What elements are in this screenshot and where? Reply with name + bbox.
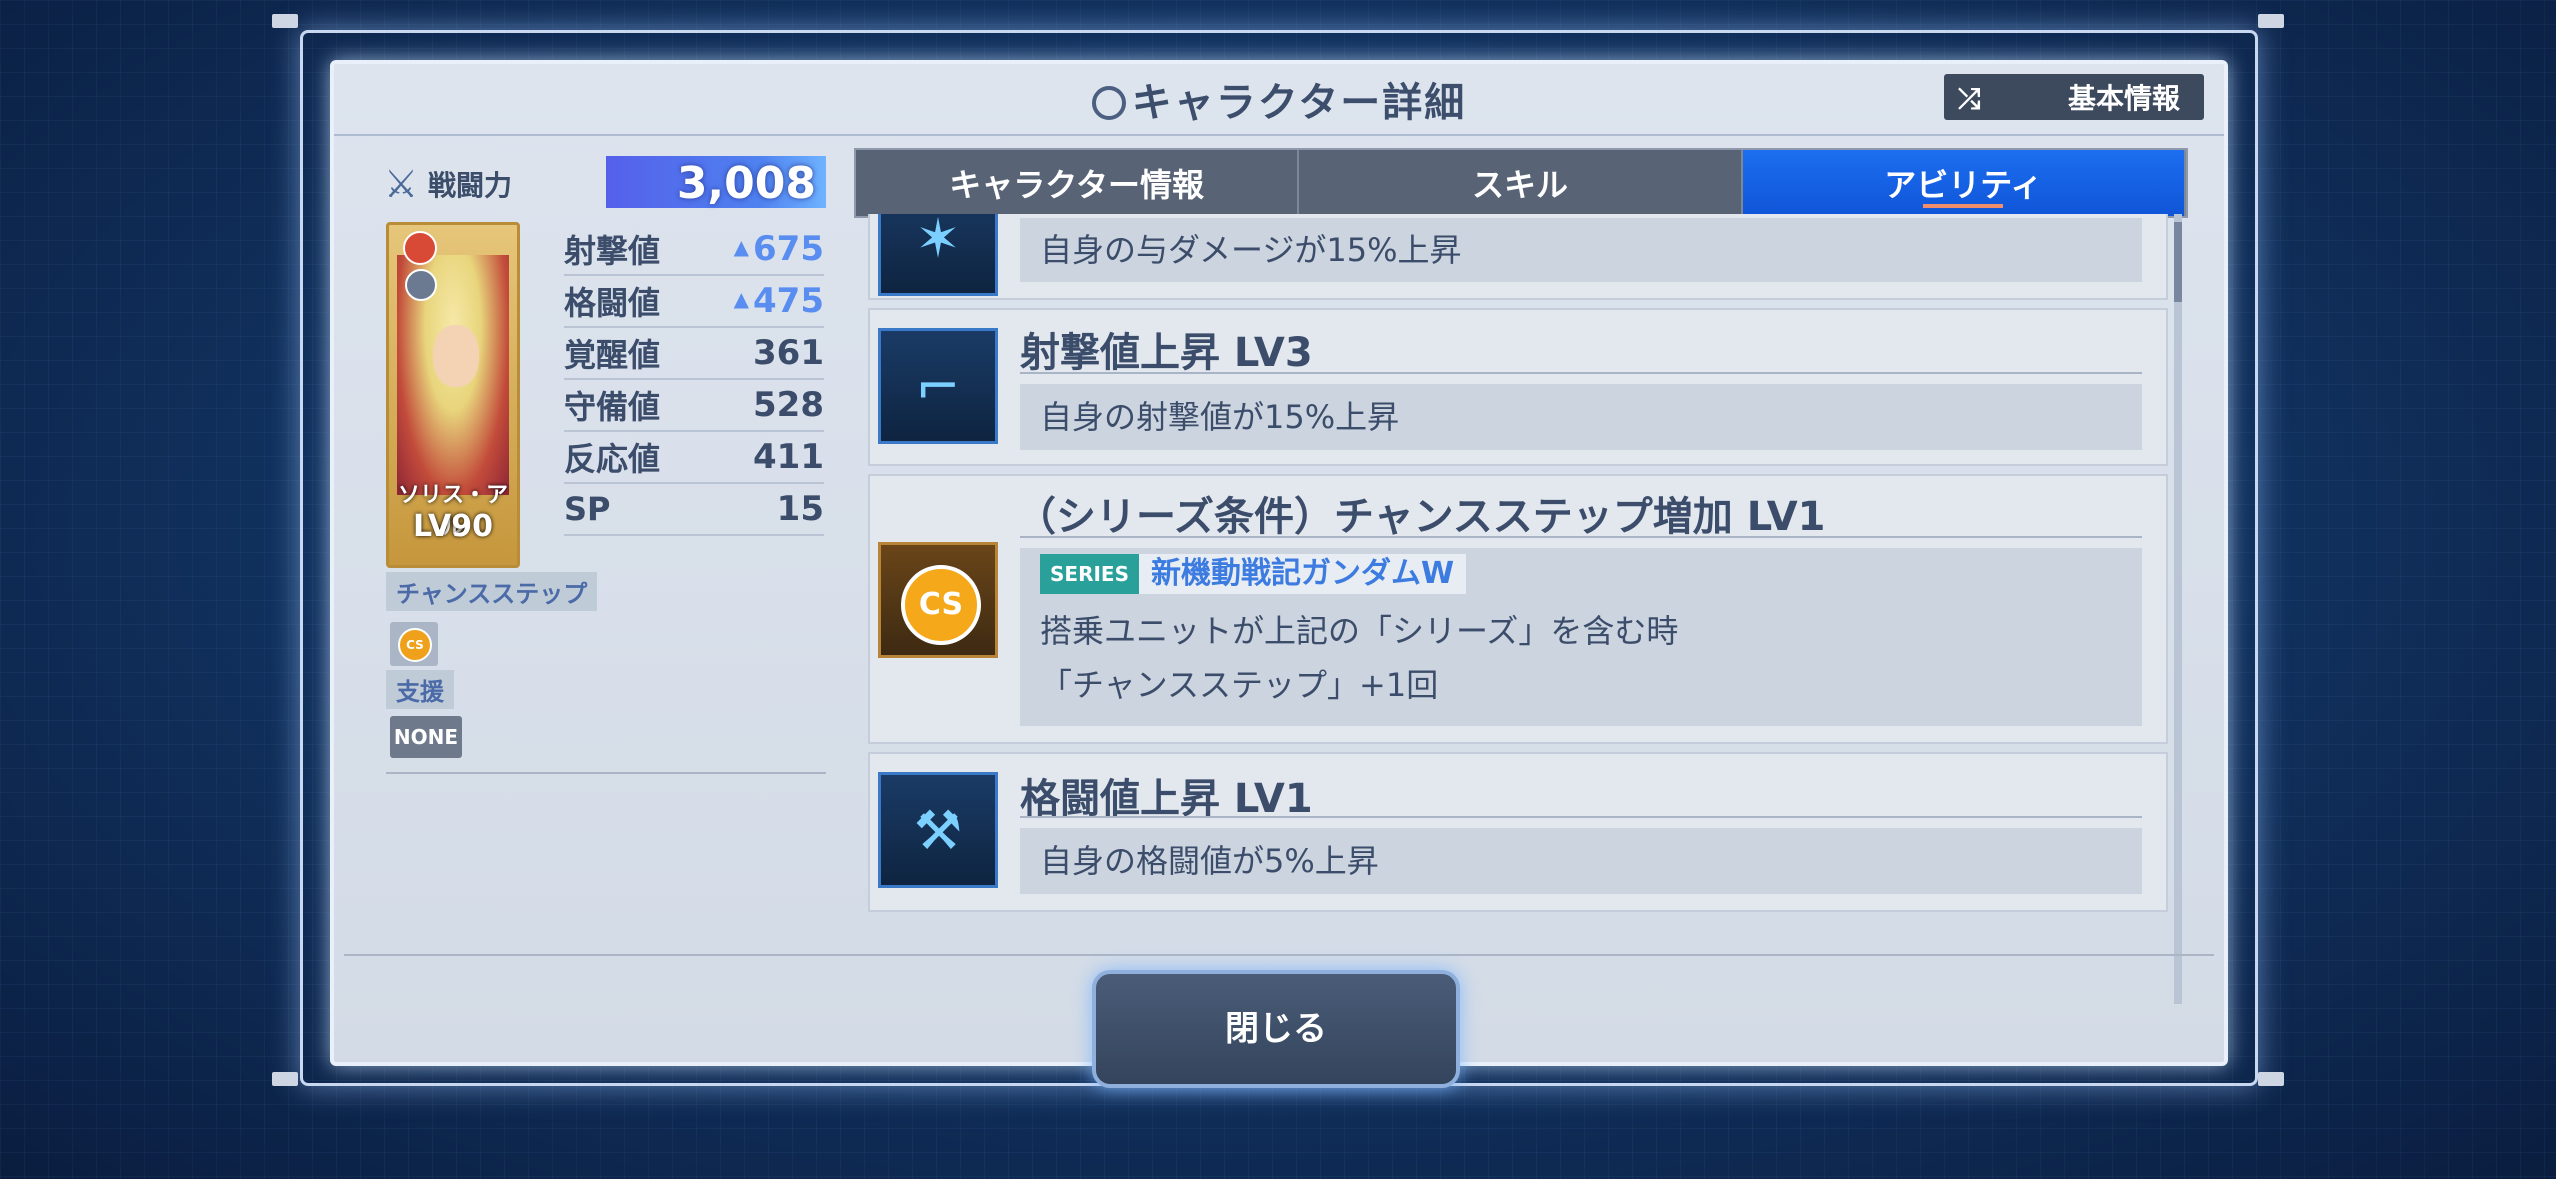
page-title: キャラクター詳細 [334,70,2224,128]
tab-character-info[interactable]: キャラクター情報 [856,150,1300,216]
ability-desc-box: SERIES 新機動戦記ガンダムW 搭乗ユニットが上記の「シリーズ」を含む時 「… [1020,548,2142,726]
shuffle-icon: ⤮ [1958,82,1981,115]
support-label: 支援 [386,670,454,709]
stat-value: 361 [753,333,824,373]
stat-row: 覚醒値 361 [564,328,824,380]
stat-row: 射撃値 675 [564,224,824,276]
character-detail-panel: キャラクター詳細 ⤮ 基本情報 ⚔ 戦闘力 3,008 ソリス・アル LV90 … [330,60,2228,1066]
stat-row: SP 15 [564,484,824,536]
tab-label: キャラクター情報 [949,166,1205,204]
stat-row: 格闘値 475 [564,276,824,328]
stat-label: 覚醒値 [564,336,661,374]
stat-row: 守備値 528 [564,380,824,432]
crossed-swords-icon: ⚔ [384,162,419,206]
frame-corner [2258,14,2284,28]
tab-ability[interactable]: アビリティ [1742,150,2186,216]
series-badge: SERIES 新機動戦記ガンダムW [1040,554,1467,594]
type-badge-icon [403,231,437,265]
helmet-badge-icon [405,269,437,301]
ability-item: ✶ 自身の与ダメージが15%上昇 [868,214,2168,300]
power-label: 戦闘力 [428,169,513,202]
ability-desc: 自身の格闘値が5%上昇 [1020,828,2142,894]
support-value: NONE [390,716,462,758]
ability-desc-line: 搭乗ユニットが上記の「シリーズ」を含む時 [1040,612,1679,650]
stat-value: 528 [753,385,824,425]
ability-title: 射撃値上昇 LV3 [1020,330,1313,376]
character-level: LV90 [413,509,493,544]
tab-skill[interactable]: スキル [1299,150,1743,216]
tab-label: スキル [1471,166,1568,204]
helmet-icon [1091,86,1126,120]
ability-desc-line: 「チャンスステップ」+1回 [1040,666,1439,704]
stat-value: 675 [734,229,824,269]
basic-info-label: 基本情報 [2067,82,2180,115]
ability-desc: 自身の与ダメージが15%上昇 [1020,218,2142,282]
scrollbar[interactable] [2174,214,2182,1004]
ability-desc: 自身の射撃値が15%上昇 [1020,384,2142,450]
stat-row: 反応値 411 [564,432,824,484]
axe-icon: ⚒ [878,772,998,888]
character-face [433,325,479,387]
title-underline [1020,372,2142,374]
tab-label: アビリティ [1884,166,2043,204]
ability-item: CS （シリーズ条件）チャンスステップ増加 LV1 SERIES 新機動戦記ガン… [868,474,2168,744]
stat-label: 格闘値 [564,284,661,322]
stats-list: 射撃値 675 格闘値 475 覚醒値 361 守備値 528 反応値 411 SP 15 [564,224,824,536]
chance-step-slot[interactable]: CS [390,622,438,666]
stat-value: 15 [776,489,824,529]
stat-value: 411 [753,437,824,477]
character-card[interactable]: ソリス・アル LV90 [386,222,520,568]
basic-info-button[interactable]: ⤮ 基本情報 [1944,74,2204,120]
cs-icon: CS [901,565,981,645]
ability-title: （シリーズ条件）チャンスステップ増加 LV1 [1016,494,1826,540]
cs-ability-icon: CS [878,542,998,658]
ability-item: ⚒ 格闘値上昇 LV1 自身の格闘値が5%上昇 [868,752,2168,912]
stat-value: 475 [734,281,824,321]
power-value: 3,008 [676,158,816,209]
ability-item: ⌐ 射撃値上昇 LV3 自身の射撃値が15%上昇 [868,308,2168,466]
frame-corner [272,1072,298,1086]
frame-corner [2258,1072,2284,1086]
stat-label: 反応値 [564,440,661,478]
panel-header: キャラクター詳細 ⤮ 基本情報 [334,64,2224,136]
divider [344,954,2214,956]
title-underline [1020,536,2142,538]
stat-label: SP [564,490,611,528]
armor-icon: ✶ [878,214,998,296]
page-title-text: キャラクター詳細 [1131,80,1467,126]
tab-bar: キャラクター情報 スキル アビリティ [854,148,2188,218]
close-label: 閉じる [1225,1009,1327,1049]
power-bar: 3,008 [606,156,826,209]
cs-icon: CS [398,628,432,662]
chance-step-label: チャンスステップ [386,572,598,611]
stat-label: 守備値 [564,388,661,426]
close-button[interactable]: 閉じる [1092,970,1460,1088]
divider [386,772,826,774]
series-name: 新機動戦記ガンダムW [1138,554,1467,594]
title-underline [1020,816,2142,818]
frame-corner [272,14,298,28]
rifle-icon: ⌐ [878,328,998,444]
stat-label: 射撃値 [564,232,661,270]
ability-list[interactable]: ✶ 自身の与ダメージが15%上昇 ⌐ 射撃値上昇 LV3 自身の射撃値が15%上… [868,214,2172,1004]
series-tag: SERIES [1040,554,1139,594]
